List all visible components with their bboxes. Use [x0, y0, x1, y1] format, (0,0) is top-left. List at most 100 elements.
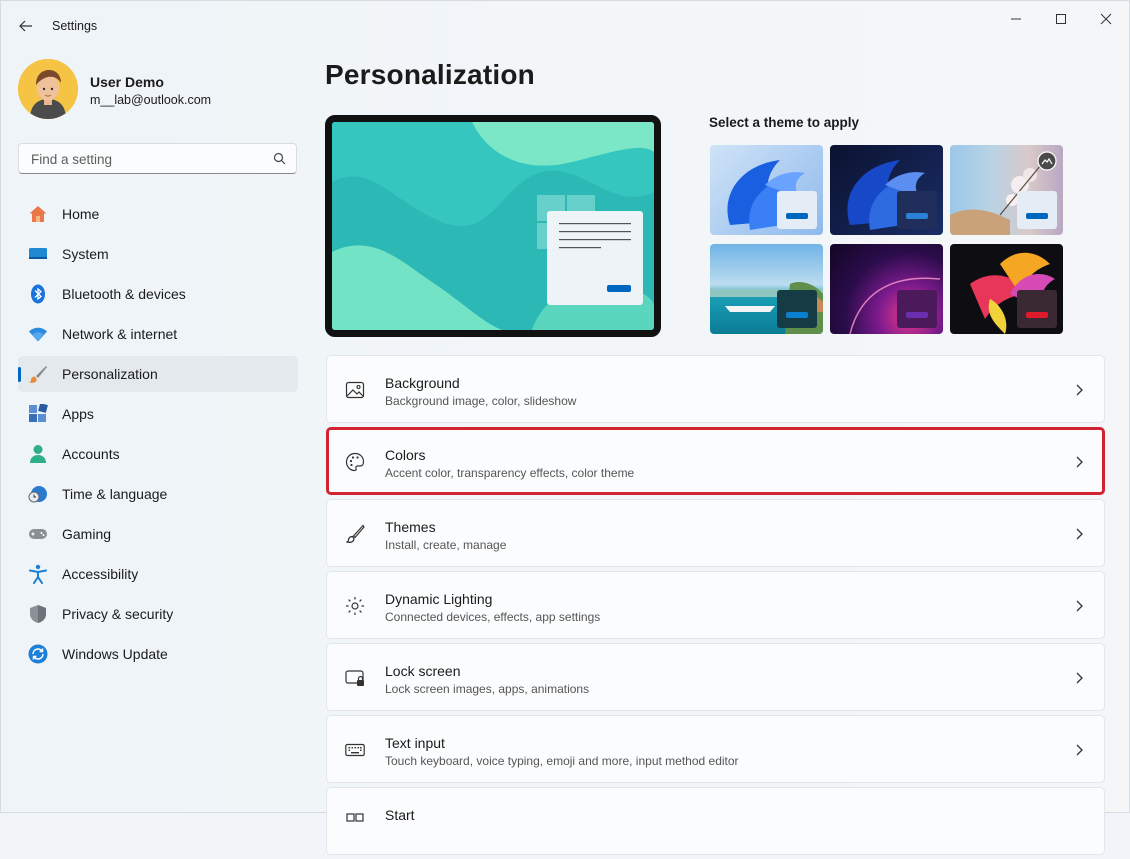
sidebar-item-label: Home	[62, 206, 100, 222]
setting-title: Themes	[385, 519, 436, 535]
shield-icon	[30, 605, 46, 623]
setting-start[interactable]: Start	[326, 787, 1105, 855]
setting-title: Text input	[385, 735, 445, 751]
sidebar-item-bluetooth[interactable]: Bluetooth & devices	[18, 276, 298, 312]
user-name: User Demo	[90, 74, 164, 90]
setting-dynamic-lighting[interactable]: Dynamic Lighting Connected devices, effe…	[326, 571, 1105, 639]
theme-color-chip	[897, 290, 937, 328]
theme-color-chip	[1017, 290, 1057, 328]
sidebar-item-gaming[interactable]: Gaming	[18, 516, 298, 552]
chevron-right-icon	[1076, 600, 1083, 612]
title-bar: Settings	[1, 1, 1129, 49]
minimize-button[interactable]	[993, 7, 1039, 31]
maximize-button[interactable]	[1038, 7, 1084, 31]
sidebar-item-privacy-security[interactable]: Privacy & security	[18, 596, 298, 632]
setting-subtitle: Connected devices, effects, app settings	[385, 610, 601, 624]
sidebar-item-home[interactable]: Home	[18, 196, 298, 232]
setting-title: Lock screen	[385, 663, 461, 679]
sidebar-nav: Home System Bluetooth & devices Network …	[18, 196, 298, 676]
keyboard-icon	[345, 743, 365, 757]
window-title: Settings	[52, 19, 98, 33]
clock-globe-icon	[28, 486, 47, 503]
theme-preview	[325, 115, 661, 337]
theme-color-chip	[777, 191, 817, 229]
theme-tile-captured-motion[interactable]	[710, 244, 823, 334]
home-icon	[29, 206, 47, 222]
accounts-icon	[30, 445, 46, 463]
sidebar-item-time-language[interactable]: Time & language	[18, 476, 298, 512]
chevron-right-icon	[1076, 456, 1083, 468]
sidebar-item-network[interactable]: Network & internet	[18, 316, 298, 352]
back-button[interactable]	[15, 15, 37, 37]
setting-subtitle: Install, create, manage	[385, 538, 507, 552]
sidebar-item-windows-update[interactable]: Windows Update	[18, 636, 298, 672]
search-input[interactable]	[29, 144, 263, 175]
sidebar-item-apps[interactable]: Apps	[18, 396, 298, 432]
setting-colors[interactable]: Colors Accent color, transparency effect…	[326, 427, 1105, 495]
sidebar-item-label: Accessibility	[62, 566, 139, 582]
setting-title: Dynamic Lighting	[385, 591, 493, 607]
accessibility-icon	[29, 564, 47, 584]
sidebar-item-label: Bluetooth & devices	[62, 286, 186, 302]
setting-subtitle: Accent color, transparency effects, colo…	[385, 466, 635, 480]
search-box[interactable]	[18, 143, 297, 175]
setting-text-input[interactable]: Text input Touch keyboard, voice typing,…	[326, 715, 1105, 783]
image-icon	[345, 381, 365, 399]
search-icon[interactable]	[273, 152, 286, 165]
sidebar-item-label: Network & internet	[62, 326, 178, 342]
page-title: Personalization	[325, 59, 535, 90]
theme-tile-glow[interactable]	[950, 145, 1063, 235]
brush-icon	[29, 366, 47, 383]
palette-icon	[345, 452, 365, 472]
close-icon	[1100, 13, 1112, 25]
theme-tile-windows-light[interactable]	[710, 145, 823, 235]
slideshow-badge-icon	[1037, 151, 1057, 171]
theme-color-chip	[1017, 191, 1057, 229]
sidebar-item-accessibility[interactable]: Accessibility	[18, 556, 298, 592]
sidebar-item-accounts[interactable]: Accounts	[18, 436, 298, 472]
theme-tile-windows-dark[interactable]	[830, 145, 943, 235]
sidebar-item-personalization[interactable]: Personalization	[18, 356, 298, 392]
settings-window: Settings User Demo m__lab@outlook.com Fi…	[0, 0, 1130, 855]
setting-subtitle: Touch keyboard, voice typing, emoji and …	[385, 754, 739, 768]
sidebar-item-label: Windows Update	[62, 646, 168, 662]
theme-section-label: Select a theme to apply	[709, 115, 860, 130]
close-button[interactable]	[1083, 7, 1129, 31]
setting-title: Colors	[385, 447, 426, 463]
apps-icon	[29, 404, 48, 422]
theme-tile-glow-dark[interactable]	[830, 244, 943, 334]
setting-lock-screen[interactable]: Lock screen Lock screen images, apps, an…	[326, 643, 1105, 711]
chevron-right-icon	[1076, 384, 1083, 396]
user-avatar-icon	[18, 59, 78, 119]
theme-tile-flow[interactable]	[950, 244, 1063, 334]
sidebar-item-label: Privacy & security	[62, 606, 174, 622]
wifi-icon	[29, 327, 47, 342]
lighting-icon	[346, 597, 364, 615]
settings-list: Background Background image, color, slid…	[326, 355, 1105, 859]
setting-background[interactable]: Background Background image, color, slid…	[326, 355, 1105, 423]
start-icon	[346, 813, 364, 822]
sidebar-item-label: Gaming	[62, 526, 112, 542]
sidebar-item-system[interactable]: System	[18, 236, 298, 272]
minimize-icon	[1011, 18, 1021, 20]
gamepad-icon	[29, 529, 47, 539]
user-email: m__lab@outlook.com	[90, 93, 212, 107]
sidebar-item-label: Accounts	[62, 446, 120, 462]
theme-color-chip	[777, 290, 817, 328]
lock-screen-icon	[345, 670, 364, 686]
setting-subtitle: Lock screen images, apps, animations	[385, 682, 590, 696]
theme-grid	[710, 145, 1064, 335]
chevron-right-icon	[1076, 744, 1083, 756]
sidebar-item-label: System	[62, 246, 109, 262]
sidebar-item-label: Personalization	[62, 366, 158, 382]
setting-themes[interactable]: Themes Install, create, manage	[326, 499, 1105, 567]
theme-color-chip	[897, 191, 937, 229]
sidebar-item-label: Time & language	[62, 486, 168, 502]
maximize-icon	[1056, 14, 1066, 24]
avatar[interactable]	[18, 59, 78, 119]
system-icon	[29, 248, 47, 259]
brush-icon	[346, 524, 365, 543]
bluetooth-icon	[31, 284, 45, 304]
setting-title: Start	[385, 807, 415, 823]
wallpaper-preview-image	[332, 122, 654, 330]
